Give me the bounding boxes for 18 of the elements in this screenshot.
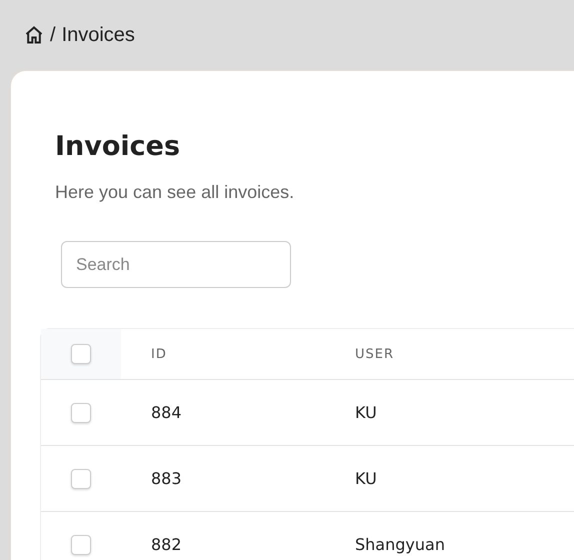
checkbox[interactable] xyxy=(71,468,91,488)
breadcrumb-current: Invoices xyxy=(62,24,135,46)
table-cell-text: KU xyxy=(354,403,378,422)
checkbox[interactable] xyxy=(71,402,91,422)
table-cell-text: 883 xyxy=(150,469,183,488)
page-subtitle: Here you can see all invoices. xyxy=(55,182,296,203)
table-cell-text: 882 xyxy=(150,535,183,554)
table-cell-text: Shangyuan xyxy=(354,535,446,554)
page-title: Invoices xyxy=(55,131,182,162)
table-cell-text: 884 xyxy=(150,403,183,422)
breadcrumb-separator: / xyxy=(50,24,56,46)
table-cell-text: KU xyxy=(354,469,378,488)
checkbox[interactable] xyxy=(71,534,91,554)
search-field[interactable]: Search xyxy=(61,241,291,288)
checkbox[interactable] xyxy=(71,344,91,364)
home-icon[interactable] xyxy=(24,25,44,45)
column-header: ID xyxy=(150,346,168,362)
column-header: USER xyxy=(354,346,396,362)
